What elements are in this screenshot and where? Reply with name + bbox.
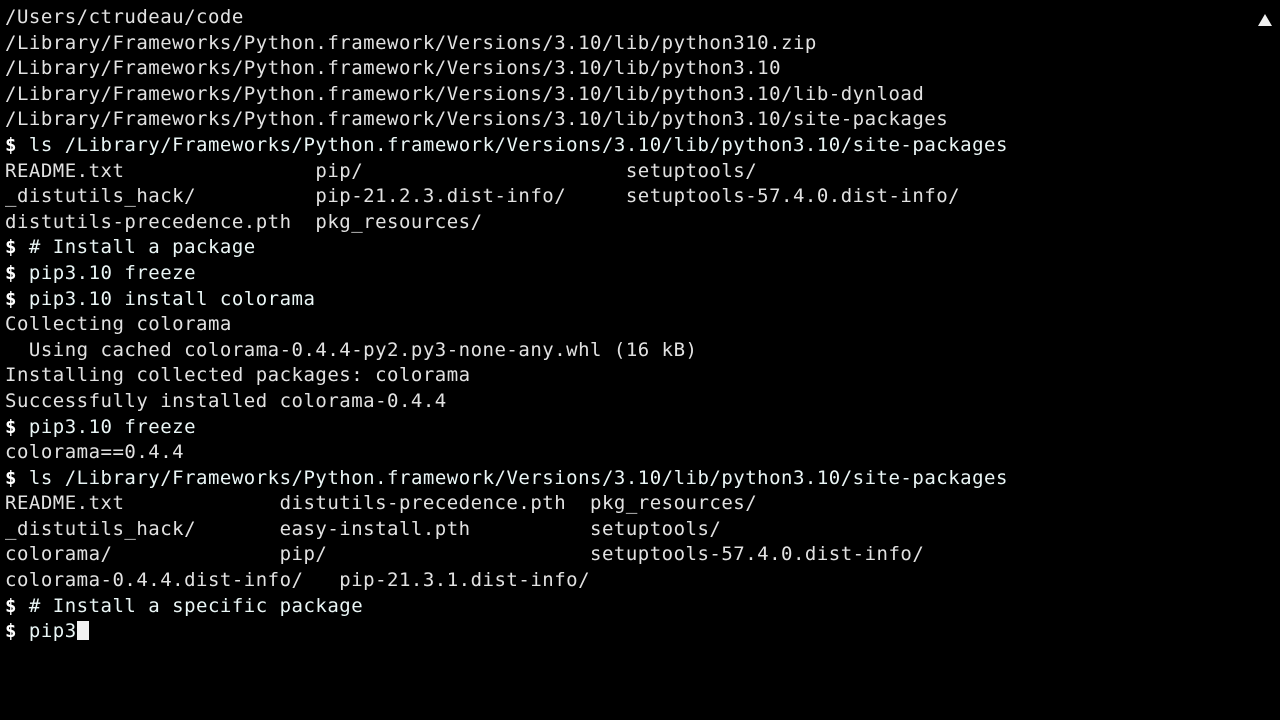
terminal-output-line: /Library/Frameworks/Python.framework/Ver… xyxy=(5,82,1280,108)
prompt-symbol: $ xyxy=(5,236,17,258)
command-text: pip3.10 freeze xyxy=(17,416,196,438)
output-text: colorama==0.4.4 xyxy=(5,441,184,463)
terminal-output-line: /Users/ctrudeau/code xyxy=(5,5,1280,31)
terminal-command-line: $ # Install a package xyxy=(5,235,1280,261)
terminal-input-line: $ pip3 xyxy=(5,619,1280,645)
command-text: pip3.10 install colorama xyxy=(17,288,315,310)
terminal-output-line: /Library/Frameworks/Python.framework/Ver… xyxy=(5,31,1280,57)
output-text: _distutils_hack/ easy-install.pth setupt… xyxy=(5,518,721,540)
terminal-command-line: $ pip3.10 freeze xyxy=(5,415,1280,441)
terminal-output-line: Collecting colorama xyxy=(5,312,1280,338)
terminal-output-line: /Library/Frameworks/Python.framework/Ver… xyxy=(5,56,1280,82)
terminal-output-line: colorama-0.4.4.dist-info/ pip-21.3.1.dis… xyxy=(5,568,1280,594)
command-text: # Install a specific package xyxy=(17,595,363,617)
command-text: ls /Library/Frameworks/Python.framework/… xyxy=(17,467,1008,489)
prompt-symbol: $ xyxy=(5,595,17,617)
terminal-screen[interactable]: /Users/ctrudeau/code/Library/Frameworks/… xyxy=(5,5,1280,645)
output-text: Collecting colorama xyxy=(5,313,232,335)
prompt-symbol: $ xyxy=(5,620,17,642)
scroll-up-arrow-icon[interactable] xyxy=(1258,14,1272,26)
terminal-output-line: colorama/ pip/ setuptools-57.4.0.dist-in… xyxy=(5,542,1280,568)
output-text: /Library/Frameworks/Python.framework/Ver… xyxy=(5,57,781,79)
terminal-output-line: _distutils_hack/ pip-21.2.3.dist-info/ s… xyxy=(5,184,1280,210)
output-text: /Users/ctrudeau/code xyxy=(5,6,244,28)
terminal-output-line: distutils-precedence.pth pkg_resources/ xyxy=(5,210,1280,236)
prompt-symbol: $ xyxy=(5,288,17,310)
terminal-command-line: $ pip3.10 freeze xyxy=(5,261,1280,287)
command-text: pip3.10 freeze xyxy=(17,262,196,284)
output-text: Successfully installed colorama-0.4.4 xyxy=(5,390,447,412)
terminal-output-line: Using cached colorama-0.4.4-py2.py3-none… xyxy=(5,338,1280,364)
output-text: colorama-0.4.4.dist-info/ pip-21.3.1.dis… xyxy=(5,569,590,591)
output-text: Installing collected packages: colorama xyxy=(5,364,471,386)
output-text: /Library/Frameworks/Python.framework/Ver… xyxy=(5,32,817,54)
terminal-output-line: colorama==0.4.4 xyxy=(5,440,1280,466)
terminal-command-line: $ pip3.10 install colorama xyxy=(5,287,1280,313)
text-cursor xyxy=(77,621,89,640)
output-text: README.txt pip/ setuptools/ xyxy=(5,160,757,182)
terminal-output-line: README.txt pip/ setuptools/ xyxy=(5,159,1280,185)
terminal-output-line: _distutils_hack/ easy-install.pth setupt… xyxy=(5,517,1280,543)
output-text: colorama/ pip/ setuptools-57.4.0.dist-in… xyxy=(5,543,924,565)
prompt-symbol: $ xyxy=(5,416,17,438)
output-text: _distutils_hack/ pip-21.2.3.dist-info/ s… xyxy=(5,185,960,207)
command-text: pip3 xyxy=(17,620,77,642)
output-text: /Library/Frameworks/Python.framework/Ver… xyxy=(5,83,924,105)
terminal-command-line: $ ls /Library/Frameworks/Python.framewor… xyxy=(5,466,1280,492)
prompt-symbol: $ xyxy=(5,134,17,156)
terminal-output-line: README.txt distutils-precedence.pth pkg_… xyxy=(5,491,1280,517)
output-text: Using cached colorama-0.4.4-py2.py3-none… xyxy=(5,339,697,361)
prompt-symbol: $ xyxy=(5,467,17,489)
command-text: ls /Library/Frameworks/Python.framework/… xyxy=(17,134,1008,156)
terminal-command-line: $ # Install a specific package xyxy=(5,594,1280,620)
terminal-command-line: $ ls /Library/Frameworks/Python.framewor… xyxy=(5,133,1280,159)
output-text: README.txt distutils-precedence.pth pkg_… xyxy=(5,492,757,514)
terminal-output-line: Installing collected packages: colorama xyxy=(5,363,1280,389)
terminal-output-line: Successfully installed colorama-0.4.4 xyxy=(5,389,1280,415)
terminal-window[interactable]: /Users/ctrudeau/code/Library/Frameworks/… xyxy=(0,0,1280,720)
terminal-output-line: /Library/Frameworks/Python.framework/Ver… xyxy=(5,107,1280,133)
command-text: # Install a package xyxy=(17,236,256,258)
output-text: distutils-precedence.pth pkg_resources/ xyxy=(5,211,483,233)
prompt-symbol: $ xyxy=(5,262,17,284)
output-text: /Library/Frameworks/Python.framework/Ver… xyxy=(5,108,948,130)
